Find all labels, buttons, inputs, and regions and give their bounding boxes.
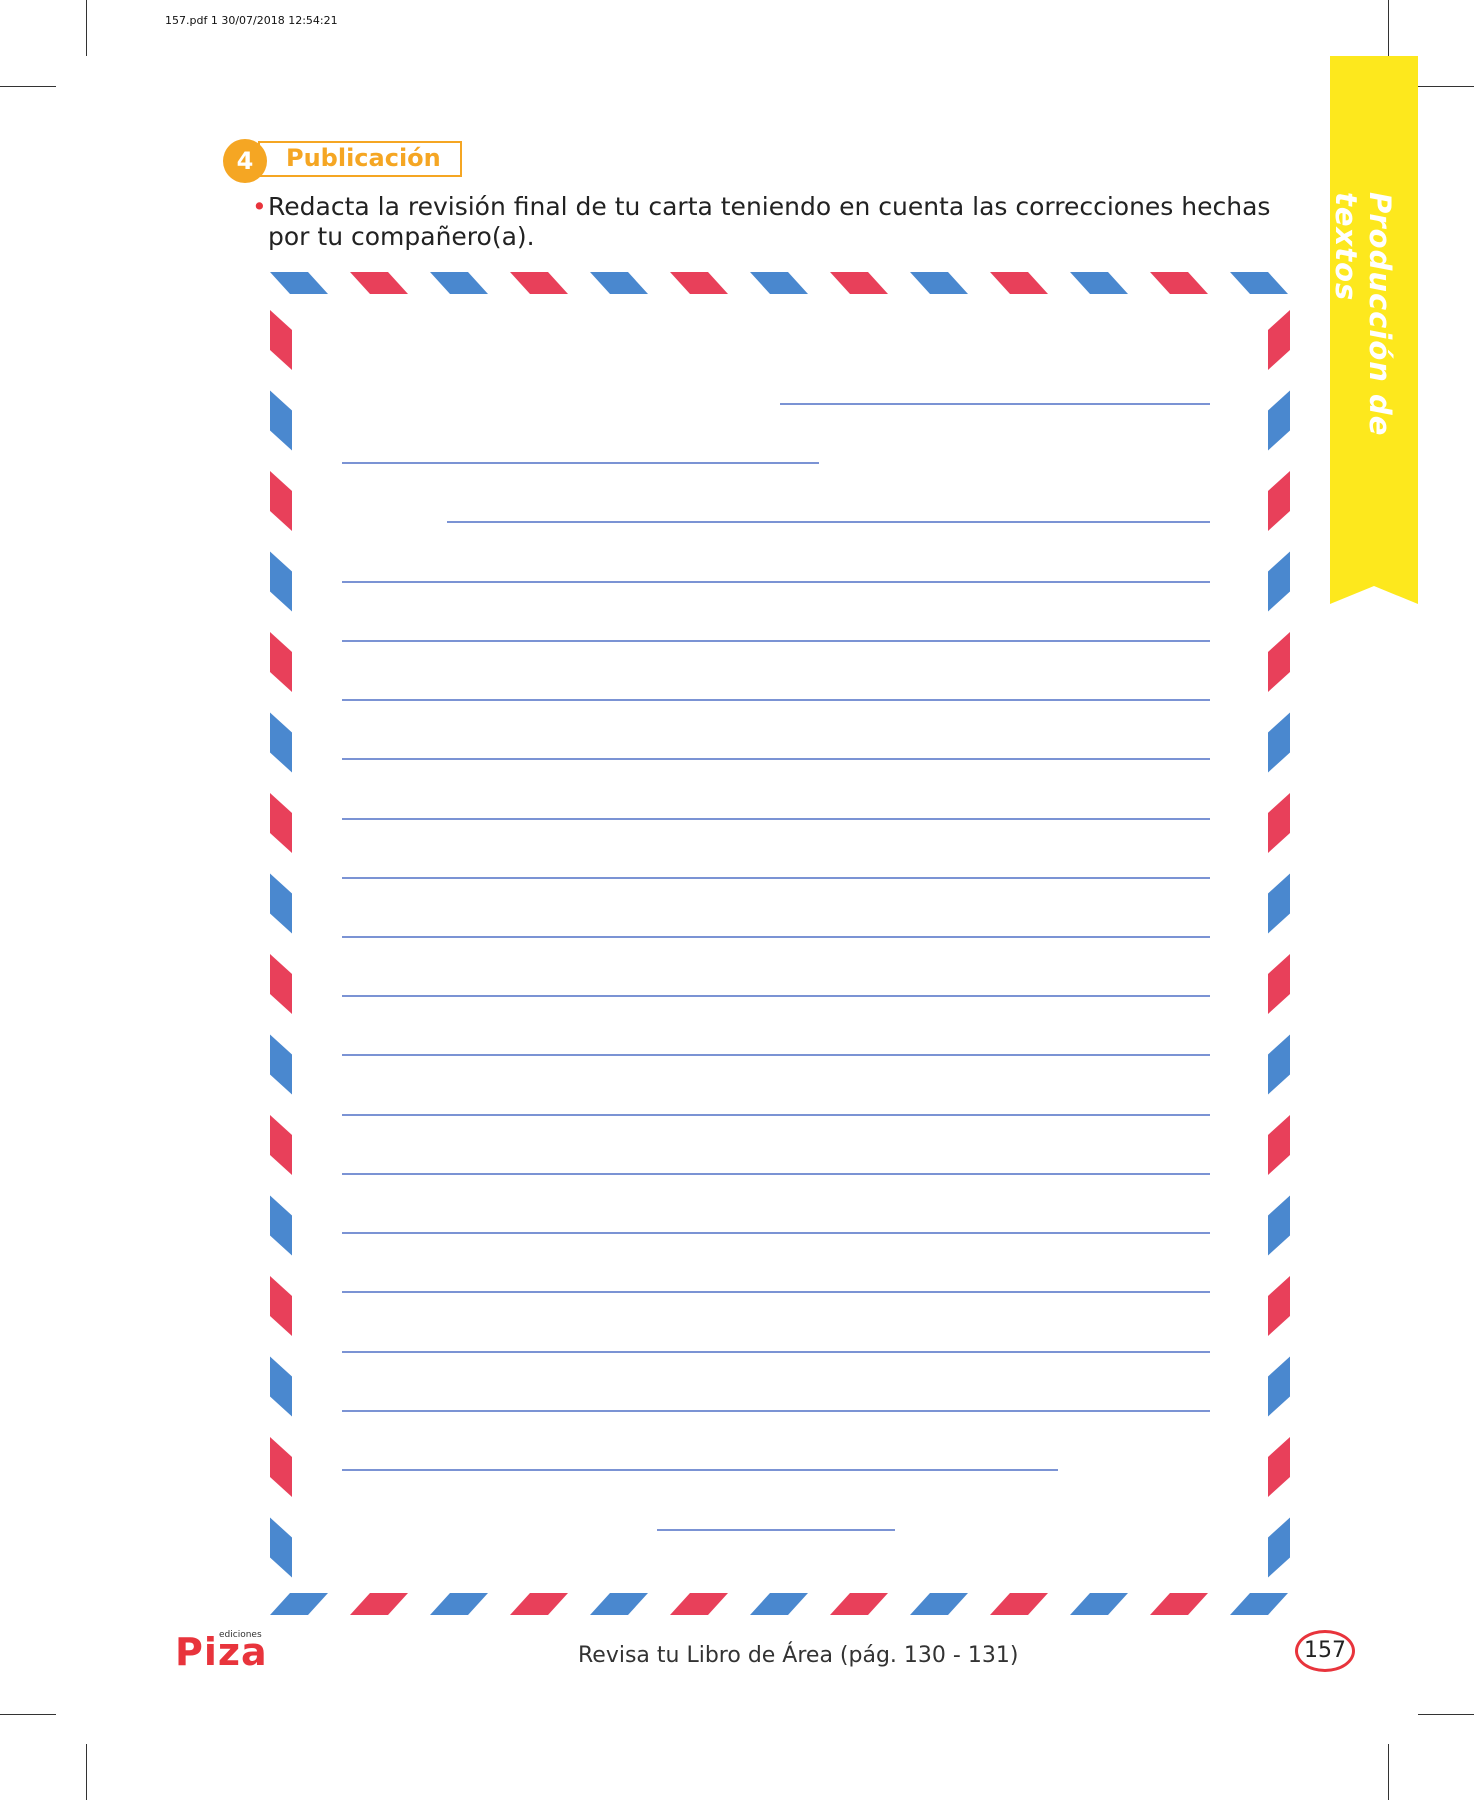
writing-line[interactable] [342, 877, 1210, 879]
bottom-stripe [910, 1593, 968, 1615]
right-stripe [1268, 1276, 1290, 1336]
writing-line[interactable] [342, 1410, 1210, 1412]
right-stripe [1268, 954, 1290, 1014]
left-stripe [270, 1517, 292, 1578]
bottom-stripe [750, 1593, 808, 1615]
bottom-stripe [430, 1593, 488, 1615]
writing-line[interactable] [342, 1291, 1210, 1293]
writing-line[interactable] [342, 699, 1210, 701]
bottom-stripe [990, 1593, 1048, 1615]
writing-line[interactable] [447, 521, 1210, 523]
top-stripe [1230, 272, 1288, 294]
writing-line-signature[interactable] [657, 1529, 895, 1531]
left-stripe [270, 1115, 292, 1175]
publisher-logo-subtitle: ediciones [219, 1630, 262, 1640]
writing-line[interactable] [342, 818, 1210, 820]
top-stripe [910, 272, 968, 294]
writing-line[interactable] [342, 1114, 1210, 1116]
writing-line[interactable] [342, 1232, 1210, 1234]
bottom-stripe [830, 1593, 888, 1615]
left-stripe [270, 712, 292, 773]
review-note: Revisa tu Libro de Área (pág. 130 - 131) [578, 1643, 1019, 1668]
left-stripe [270, 1356, 292, 1417]
left-stripe [270, 1276, 292, 1336]
left-stripe [270, 1195, 292, 1256]
left-stripe [270, 873, 292, 934]
writing-line-greeting[interactable] [342, 462, 819, 464]
writing-line[interactable] [342, 640, 1210, 642]
bottom-stripe [590, 1593, 648, 1615]
bottom-stripe [1070, 1593, 1128, 1615]
left-stripe [270, 793, 292, 853]
top-stripe [830, 272, 888, 294]
right-stripe [1268, 632, 1290, 692]
top-stripe [510, 272, 568, 294]
right-stripe [1268, 551, 1290, 612]
right-stripe [1268, 310, 1290, 370]
right-stripe [1268, 873, 1290, 934]
top-stripe [350, 272, 408, 294]
top-stripe [750, 272, 808, 294]
right-stripe [1268, 471, 1290, 531]
top-stripe [1070, 272, 1128, 294]
bottom-stripe [670, 1593, 728, 1615]
bottom-stripe [1150, 1593, 1208, 1615]
writing-line[interactable] [342, 1351, 1210, 1353]
top-stripe [270, 272, 328, 294]
bottom-stripe [270, 1593, 328, 1615]
top-stripe [670, 272, 728, 294]
right-stripes [1268, 310, 1290, 1578]
writing-line[interactable] [342, 995, 1210, 997]
top-stripe [990, 272, 1048, 294]
left-stripe [270, 1437, 292, 1497]
left-stripe [270, 310, 292, 370]
top-stripe [1150, 272, 1208, 294]
top-stripes [270, 272, 1288, 294]
writing-line[interactable] [342, 936, 1210, 938]
right-stripe [1268, 390, 1290, 451]
left-stripe [270, 551, 292, 612]
right-stripe [1268, 712, 1290, 773]
left-stripe [270, 390, 292, 451]
bottom-stripe [510, 1593, 568, 1615]
right-stripe [1268, 793, 1290, 853]
right-stripe [1268, 1356, 1290, 1417]
page-number: 157 [1295, 1630, 1355, 1672]
right-stripe [1268, 1034, 1290, 1095]
left-stripe [270, 954, 292, 1014]
bottom-stripe [1230, 1593, 1288, 1615]
writing-line-closing[interactable] [342, 1469, 1058, 1471]
top-stripe [590, 272, 648, 294]
right-stripe [1268, 1517, 1290, 1578]
writing-line-date[interactable] [780, 403, 1210, 405]
left-stripe [270, 1034, 292, 1095]
top-stripe [430, 272, 488, 294]
left-stripe [270, 632, 292, 692]
writing-line[interactable] [342, 1173, 1210, 1175]
writing-line[interactable] [342, 1054, 1210, 1056]
right-stripe [1268, 1115, 1290, 1175]
right-stripe [1268, 1437, 1290, 1497]
writing-line[interactable] [342, 758, 1210, 760]
bottom-stripe [350, 1593, 408, 1615]
bottom-stripes [270, 1593, 1288, 1615]
writing-line[interactable] [342, 581, 1210, 583]
left-stripes [270, 310, 292, 1578]
right-stripe [1268, 1195, 1290, 1256]
left-stripe [270, 471, 292, 531]
